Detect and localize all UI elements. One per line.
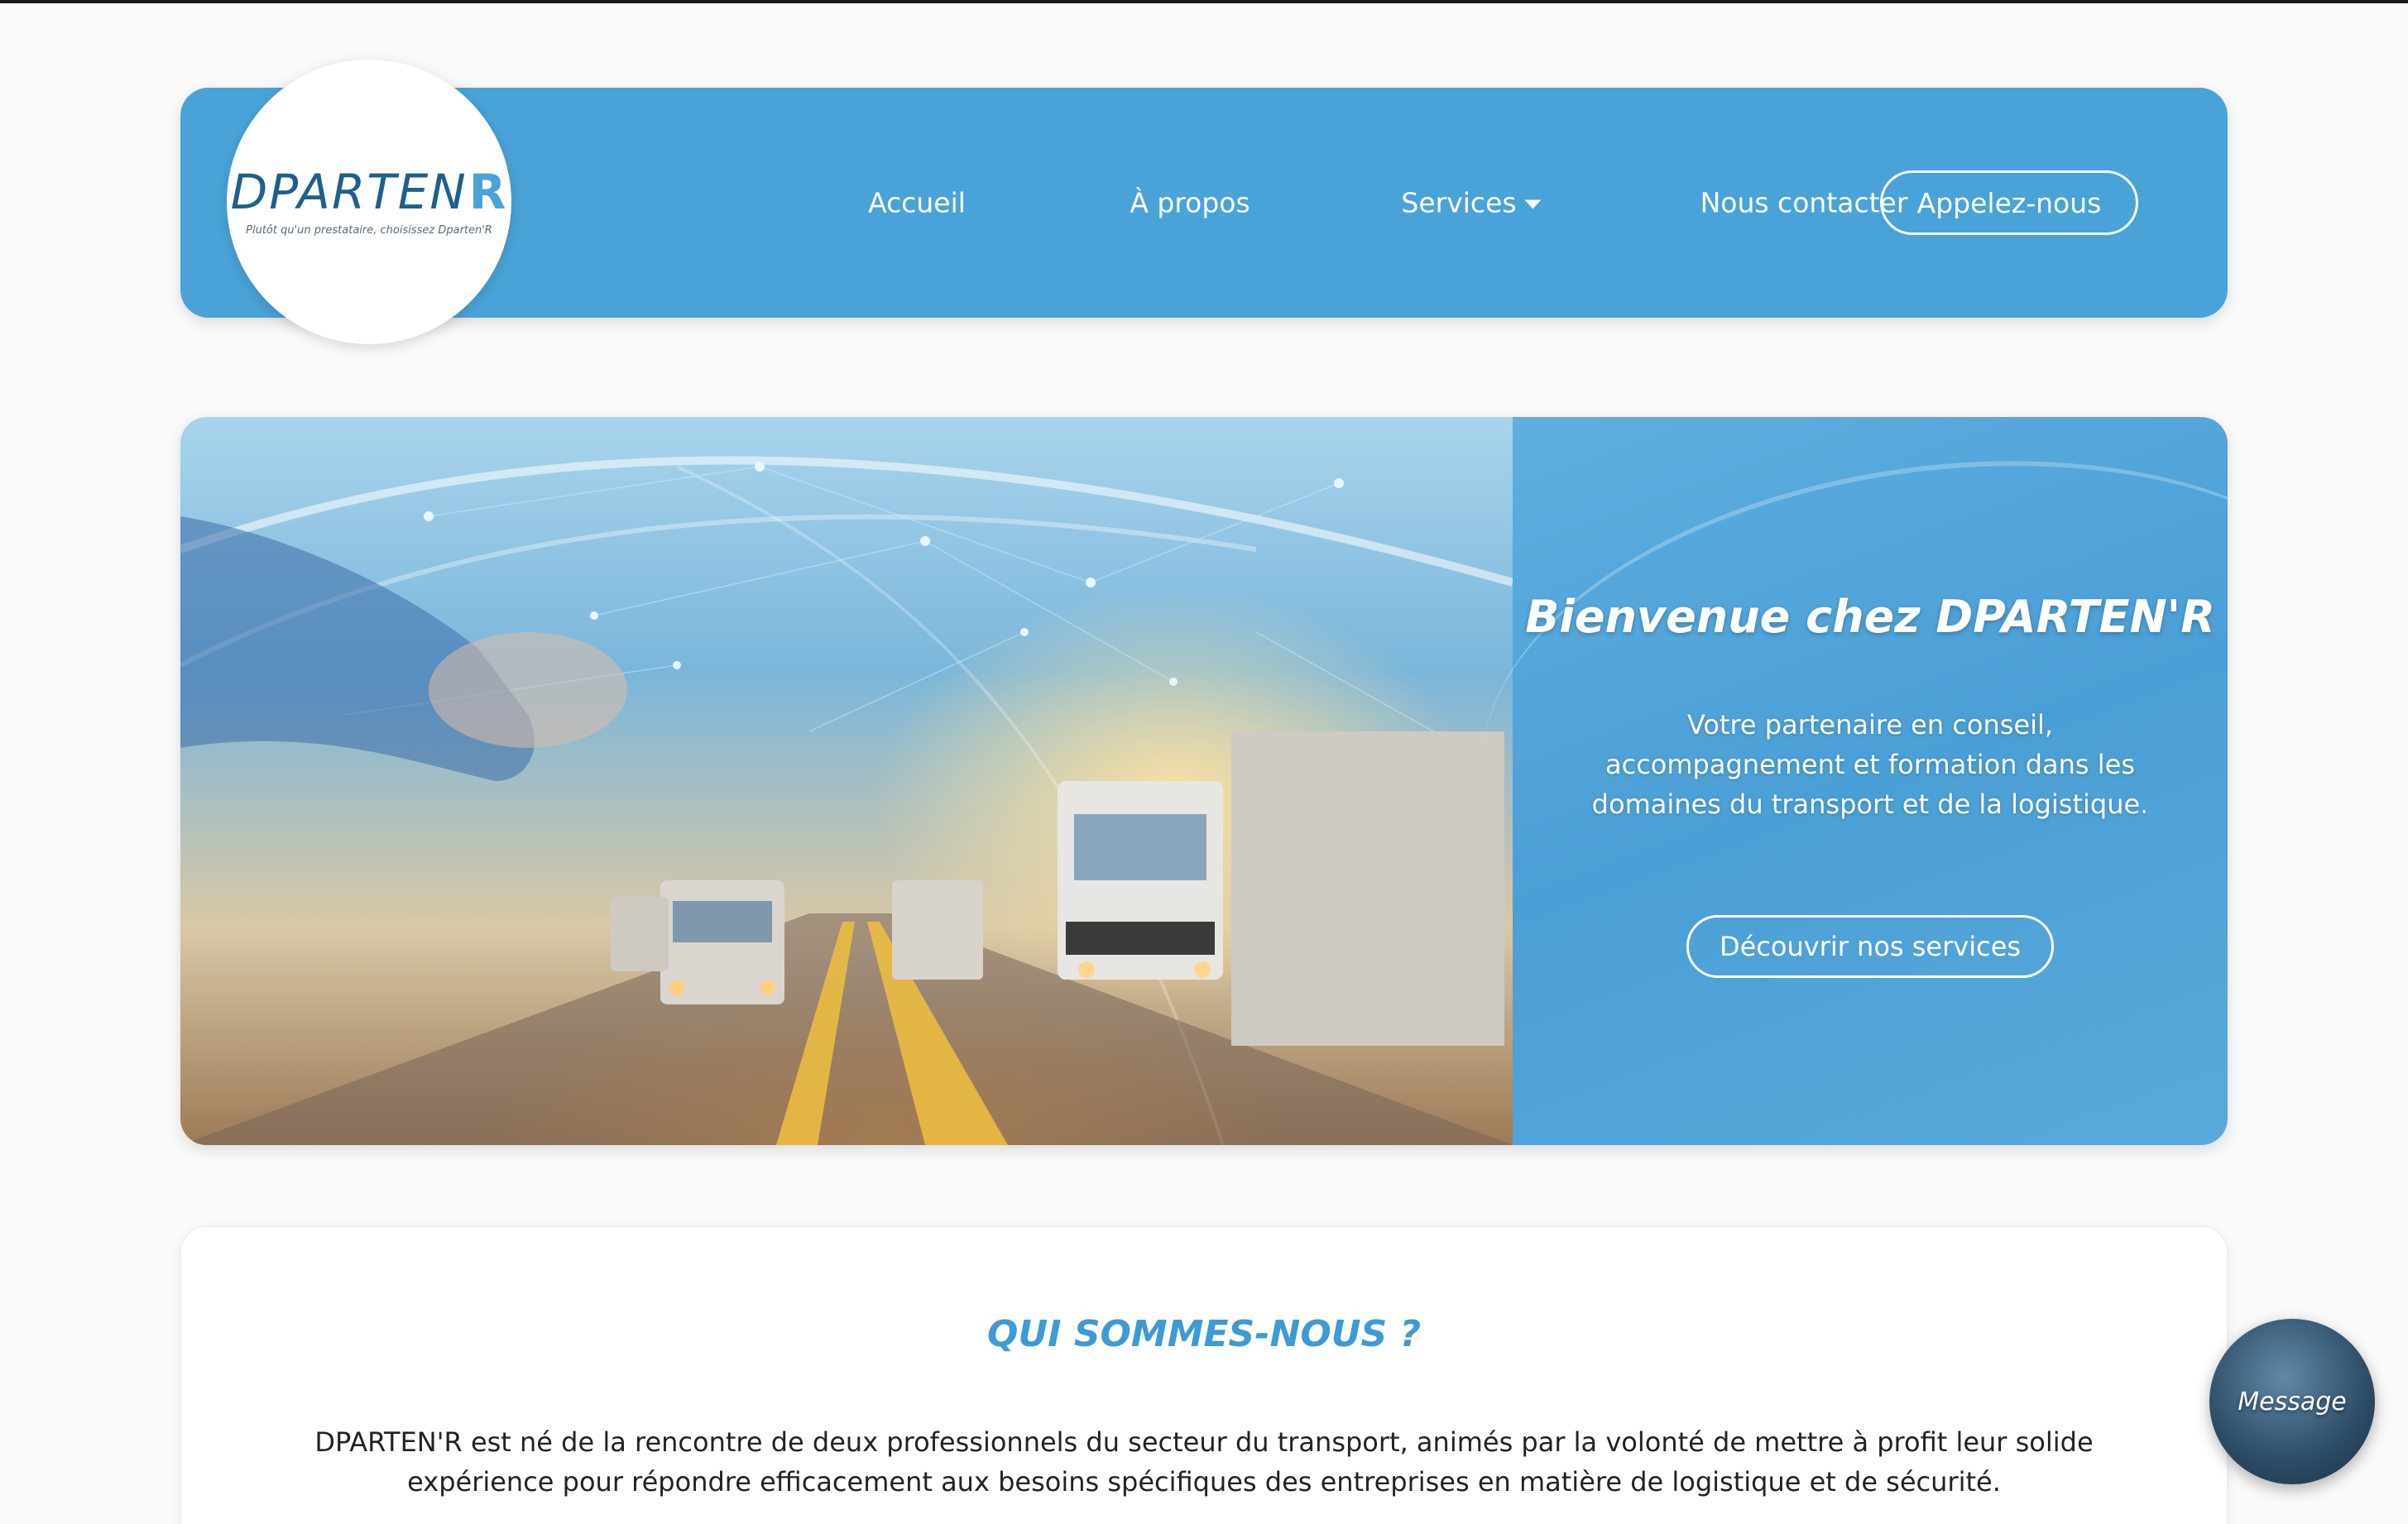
- nav-about[interactable]: À propos: [1130, 187, 1250, 219]
- hero-banner: Bienvenue chez DPARTEN'R Votre partenair…: [180, 417, 2228, 1145]
- nav-contact[interactable]: Nous contacter: [1700, 187, 1908, 219]
- about-title: QUI SOMMES-NOUS ?: [987, 1313, 1421, 1355]
- main-nav: Accueil À propos Services Nous contacter…: [677, 88, 2228, 318]
- hero-panel: Bienvenue chez DPARTEN'R Votre partenair…: [1513, 417, 2228, 1145]
- about-text: DPARTEN'R est né de la rencontre de deux…: [314, 1426, 2094, 1498]
- caret-down-icon: [1524, 199, 1542, 209]
- site-header: DPARTEN R Plutôt qu'un prestataire, chois…: [180, 60, 2228, 344]
- logo-tagline: Plutôt qu'un prestataire, choisissez Dpa…: [246, 223, 492, 237]
- logo-wordmark: DPARTEN R: [231, 168, 508, 216]
- message-chat-button[interactable]: Message: [2209, 1319, 2375, 1484]
- discover-services-button[interactable]: Découvrir nos services: [1686, 915, 2054, 978]
- message-label: Message: [2238, 1387, 2347, 1416]
- nav-services[interactable]: Services: [1401, 186, 1542, 219]
- truck-large: [1058, 731, 1504, 1046]
- hero-subtitle: Votre partenaire en conseil, accompagnem…: [1591, 709, 2149, 820]
- logo-wordmark-r: R: [468, 163, 508, 220]
- hero-illustration: [180, 456, 1513, 1145]
- call-button[interactable]: Appelez-nous: [1880, 170, 2138, 235]
- logo-wordmark-text: DPARTEN: [230, 163, 468, 220]
- logo[interactable]: DPARTEN R Plutôt qu'un prestataire, chois…: [227, 60, 511, 344]
- nav-services-label: Services: [1401, 186, 1517, 219]
- nav-home[interactable]: Accueil: [868, 187, 966, 219]
- hero-image: [180, 417, 1513, 1145]
- about-section: QUI SOMMES-NOUS ? DPARTEN'R est né de la…: [180, 1226, 2228, 1524]
- hero-title: Bienvenue chez DPARTEN'R: [1525, 591, 2215, 643]
